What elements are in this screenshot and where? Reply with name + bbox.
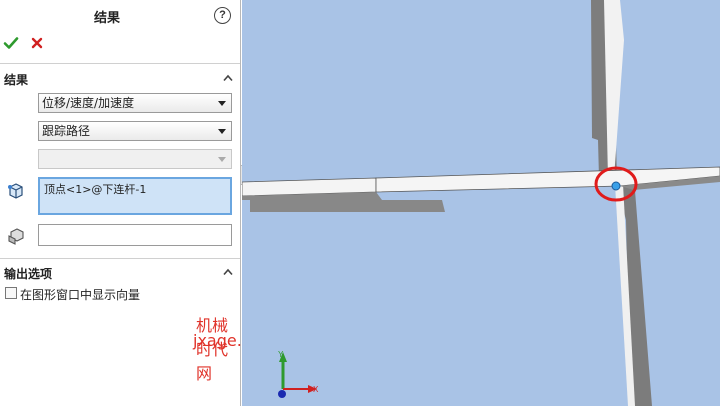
help-icon[interactable]: ? [214, 7, 231, 24]
result-type-value: 位移/速度/加速度 [42, 96, 135, 110]
result-subtype-value: 跟踪路径 [42, 124, 91, 138]
selection-entity-listbox[interactable]: 顶点<1>@下连杆-1 [38, 177, 232, 215]
vertex-selection-icon [8, 183, 23, 199]
dropdown-arrow-icon [218, 101, 226, 106]
right-beam-face [375, 166, 720, 193]
result-type-select[interactable]: 位移/速度/加速度 [38, 93, 232, 113]
show-vector-label[interactable]: 在图形窗口中显示向量 [20, 286, 140, 303]
selection-entity-item[interactable]: 顶点<1>@下连杆-1 [44, 183, 146, 196]
reference-part-icon [8, 228, 24, 245]
graphics-viewport[interactable]: Y X [242, 0, 720, 406]
ok-checkmark-icon[interactable] [3, 35, 19, 51]
divider [0, 258, 240, 259]
cancel-close-icon[interactable] [29, 35, 45, 51]
result-subtype-select[interactable]: 跟踪路径 [38, 121, 232, 141]
panel-title: 结果 [93, 11, 120, 26]
chevron-up-icon[interactable] [222, 73, 234, 83]
x-axis-label: X [313, 385, 319, 394]
y-axis-label: Y [278, 350, 284, 359]
dropdown-arrow-icon [218, 129, 226, 134]
divider [0, 63, 240, 64]
show-vector-checkbox[interactable] [5, 287, 17, 299]
property-manager-panel: 结果 ? 结果 位移/速度/加速度 跟踪路径 顶点<1>@下连杆-1 输出选项 [0, 0, 276, 406]
model-view: Y X [242, 0, 720, 406]
coordinate-triad: Y X [278, 350, 319, 398]
output-options-header[interactable]: 输出选项 [4, 265, 52, 282]
results-group-header[interactable]: 结果 [4, 71, 28, 88]
reference-entity-listbox[interactable] [38, 224, 232, 246]
selected-vertex-point[interactable] [611, 181, 621, 191]
chevron-up-icon[interactable] [222, 267, 234, 277]
component-select [38, 149, 232, 169]
z-axis-marker [278, 390, 286, 398]
dropdown-arrow-icon [218, 157, 226, 162]
